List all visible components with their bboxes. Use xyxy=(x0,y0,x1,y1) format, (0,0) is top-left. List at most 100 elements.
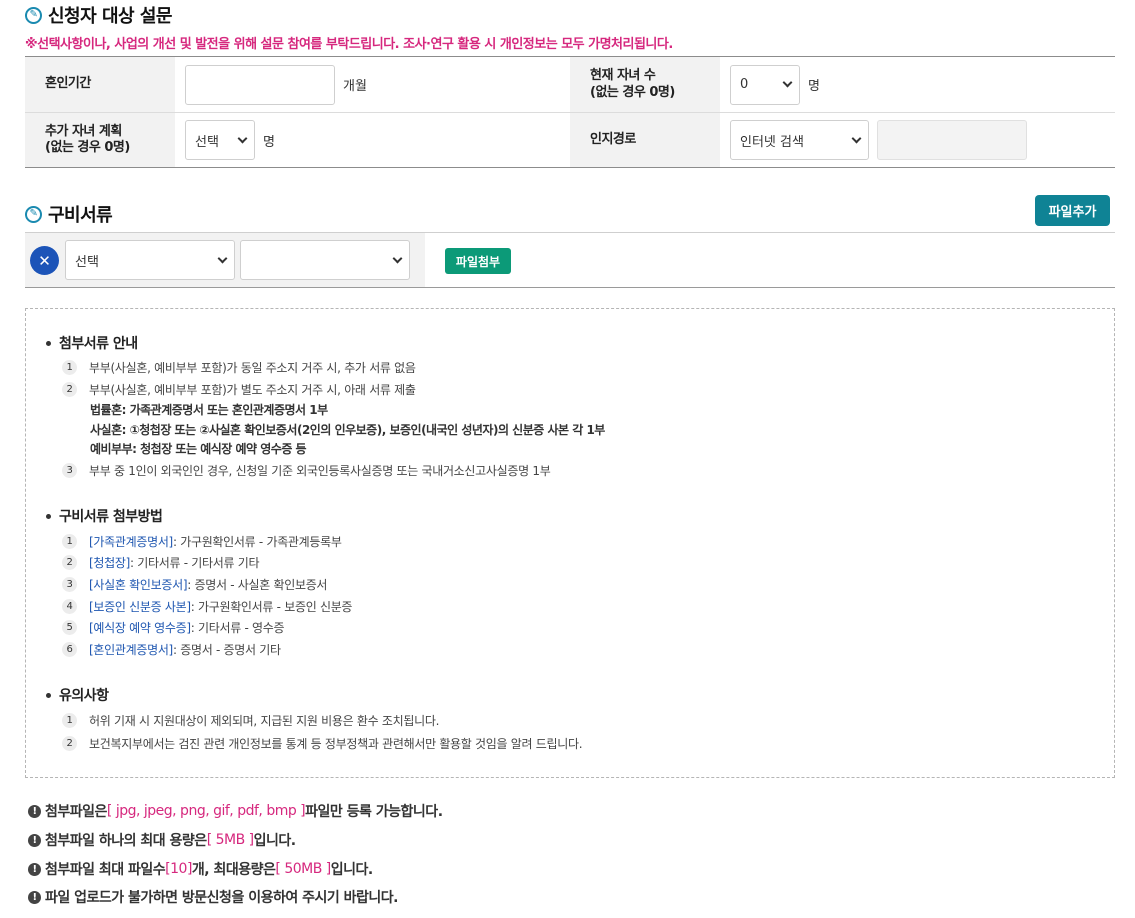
route-cell: 인터넷 검색 xyxy=(720,113,1115,167)
attachment-row: ✕ 선택 파일첨부 xyxy=(25,232,1115,288)
guide-item: 6 [혼인관계증명서] : 증명서 - 증명서 기타 xyxy=(62,641,281,658)
footnote-max-size: ! 첨부파일 하나의 최대 용량은 [ 5MB ] 입니다. xyxy=(28,830,296,850)
footnote-highlight: [ 50MB ] xyxy=(275,861,331,877)
child-plan-unit: 명 xyxy=(263,134,275,150)
footnote-highlight: [10] xyxy=(165,861,192,877)
docs-title: 구비서류 xyxy=(48,205,113,226)
footnote-visit: ! 파일 업로드가 불가하면 방문신청을 이용하여 주시기 바랍니다. xyxy=(28,887,398,907)
item-text: 보건복지부에서는 검진 관련 개인정보를 통계 등 정부정책과 관련해서만 활용… xyxy=(89,737,583,751)
child-plan-cell: 선택 명 xyxy=(175,113,570,167)
item-number: 3 xyxy=(62,577,77,592)
pencil-icon: ✎ xyxy=(25,6,42,24)
add-file-button[interactable]: 파일추가 xyxy=(1035,195,1110,226)
child-plan-value: 선택 xyxy=(195,134,219,150)
footnote-highlight: [ 5MB ] xyxy=(206,832,254,848)
bullet-icon xyxy=(46,513,51,519)
children-count-select[interactable]: 0 xyxy=(730,64,800,105)
item-number: 3 xyxy=(62,463,77,478)
footnote-max-files: ! 첨부파일 최대 파일수 [10] 개, 최대용량은 [ 50MB ] 입니다… xyxy=(28,859,373,879)
marriage-period-cell: 개월 xyxy=(175,57,570,112)
item-number: 4 xyxy=(62,599,77,614)
exclamation-icon: ! xyxy=(28,862,41,876)
survey-section-title: ✎ 신청자 대상 설문 xyxy=(25,2,172,28)
item-text: : 가구원확인서류 - 보증인 신분증 xyxy=(190,600,353,614)
footnote-text: 첨부파일 최대 파일수 xyxy=(45,862,166,878)
chevron-down-icon xyxy=(217,253,228,263)
bullet-icon xyxy=(46,692,51,698)
footnote-highlight: [ jpg, jpeg, png, gif, pdf, bmp ] xyxy=(106,803,306,819)
guide-item: 2 [청첩장] : 기타서류 - 기타서류 기타 xyxy=(62,554,260,571)
chevron-down-icon xyxy=(392,253,403,263)
chevron-down-icon xyxy=(851,133,862,143)
item-text: : 기타서류 - 영수증 xyxy=(190,621,285,635)
children-count-label: 현재 자녀 수 (없는 경우 0명) xyxy=(570,57,720,112)
guide-item: 2 부부(사실혼, 예비부부 포함)가 별도 주소지 거주 시, 아래 서류 제출 xyxy=(62,381,416,398)
doc-link[interactable]: [예식장 예약 영수증] xyxy=(89,619,191,636)
survey-row-2: 추가 자녀 계획 (없는 경우 0명) 선택 명 인지경로 인터넷 검색 xyxy=(25,112,1115,167)
guide-item: 1 허위 기재 시 지원대상이 제외되며, 지급된 지원 비용은 환수 조치됩니다… xyxy=(62,712,439,729)
guide-item: 2 보건복지부에서는 검진 관련 개인정보를 통계 등 정부정책과 관련해서만 활… xyxy=(62,735,583,752)
guide-sub-item: 법률혼: 가족관계증명서 또는 혼인관계증명서 1부 xyxy=(90,403,328,417)
child-plan-label: 추가 자녀 계획 (없는 경우 0명) xyxy=(25,113,175,167)
item-text: : 기타서류 - 기타서류 기타 xyxy=(129,556,260,570)
footnote-text: 입니다. xyxy=(330,862,373,878)
guide-heading-text: 구비서류 첨부방법 xyxy=(59,509,163,525)
item-text: 부부(사실혼, 예비부부 포함)가 별도 주소지 거주 시, 아래 서류 제출 xyxy=(89,383,416,397)
docs-section-title: ✎ 구비서류 xyxy=(25,201,113,227)
guide-heading-text: 첨부서류 안내 xyxy=(59,336,138,352)
survey-row-1: 혼인기간 개월 현재 자녀 수 (없는 경우 0명) 0 명 xyxy=(25,57,1115,112)
footnote-text: 첨부파일은 xyxy=(45,804,107,820)
doc-type-select[interactable]: 선택 xyxy=(65,240,235,280)
item-number: 1 xyxy=(62,360,77,375)
remove-attachment-button[interactable]: ✕ xyxy=(30,246,59,275)
doc-link[interactable]: [혼인관계증명서] xyxy=(89,641,173,658)
doc-subtype-select[interactable] xyxy=(240,240,410,280)
item-number: 2 xyxy=(62,382,77,397)
route-value: 인터넷 검색 xyxy=(740,134,804,150)
item-text: 부부 중 1인이 외국인인 경우, 신청일 기준 외국인등록사실증명 또는 국내… xyxy=(89,464,551,478)
child-plan-select[interactable]: 선택 xyxy=(185,120,255,160)
children-count-value: 0 xyxy=(740,77,749,92)
doc-link[interactable]: [청첩장] xyxy=(89,554,130,571)
marriage-period-label: 혼인기간 xyxy=(25,57,175,112)
children-count-cell: 0 명 xyxy=(720,57,1115,112)
route-select[interactable]: 인터넷 검색 xyxy=(730,120,869,160)
item-text: : 증명서 - 사실혼 확인보증서 xyxy=(187,578,328,592)
footnote-text: 입니다. xyxy=(253,833,296,849)
survey-title: 신청자 대상 설문 xyxy=(48,6,172,27)
route-other-input[interactable] xyxy=(877,120,1027,160)
children-count-unit: 명 xyxy=(808,79,820,94)
attachment-select-cell: ✕ 선택 xyxy=(25,233,425,287)
item-number: 2 xyxy=(62,736,77,751)
attach-file-button[interactable]: 파일첨부 xyxy=(445,248,511,274)
item-number: 1 xyxy=(62,713,77,728)
chevron-down-icon xyxy=(237,133,248,143)
item-number: 2 xyxy=(62,555,77,570)
exclamation-icon: ! xyxy=(28,890,41,904)
guide-sub-item: 예비부부: 청첩장 또는 예식장 예약 영수증 등 xyxy=(90,442,307,456)
guide-heading-cautions: 유의사항 xyxy=(46,685,109,705)
footnote-file-types: ! 첨부파일은 [ jpg, jpeg, png, gif, pdf, bmp … xyxy=(28,801,443,821)
guide-heading-attachments: 첨부서류 안내 xyxy=(46,333,138,353)
doc-link[interactable]: [보증인 신분증 사본] xyxy=(89,598,191,615)
guide-item: 3 [사실혼 확인보증서] : 증명서 - 사실혼 확인보증서 xyxy=(62,576,327,593)
survey-notice: ※선택사항이나, 사업의 개선 및 발전을 위해 설문 참여를 부탁드립니다. … xyxy=(25,37,673,52)
marriage-period-input[interactable] xyxy=(185,64,335,105)
item-number: 5 xyxy=(62,620,77,635)
footnote-text: 첨부파일 하나의 최대 용량은 xyxy=(45,833,207,849)
item-text: : 가구원확인서류 - 가족관계등록부 xyxy=(172,535,342,549)
survey-table: 혼인기간 개월 현재 자녀 수 (없는 경우 0명) 0 명 추가 자녀 계획 … xyxy=(25,56,1115,168)
guide-item: 3 부부 중 1인이 외국인인 경우, 신청일 기준 외국인등록사실증명 또는 국… xyxy=(62,462,551,479)
route-label: 인지경로 xyxy=(570,113,720,167)
item-text: 부부(사실혼, 예비부부 포함)가 동일 주소지 거주 시, 추가 서류 없음 xyxy=(89,361,416,375)
doc-type-value: 선택 xyxy=(75,254,99,270)
pencil-icon: ✎ xyxy=(25,205,42,223)
guide-heading-method: 구비서류 첨부방법 xyxy=(46,506,163,526)
marriage-period-unit: 개월 xyxy=(343,79,367,94)
exclamation-icon: ! xyxy=(28,804,41,818)
doc-link[interactable]: [사실혼 확인보증서] xyxy=(89,576,188,593)
item-number: 1 xyxy=(62,534,77,549)
guide-item: 5 [예식장 예약 영수증] : 기타서류 - 영수증 xyxy=(62,619,285,636)
doc-link[interactable]: [가족관계증명서] xyxy=(89,533,173,550)
guide-box: 첨부서류 안내 1 부부(사실혼, 예비부부 포함)가 동일 주소지 거주 시, … xyxy=(25,308,1115,778)
